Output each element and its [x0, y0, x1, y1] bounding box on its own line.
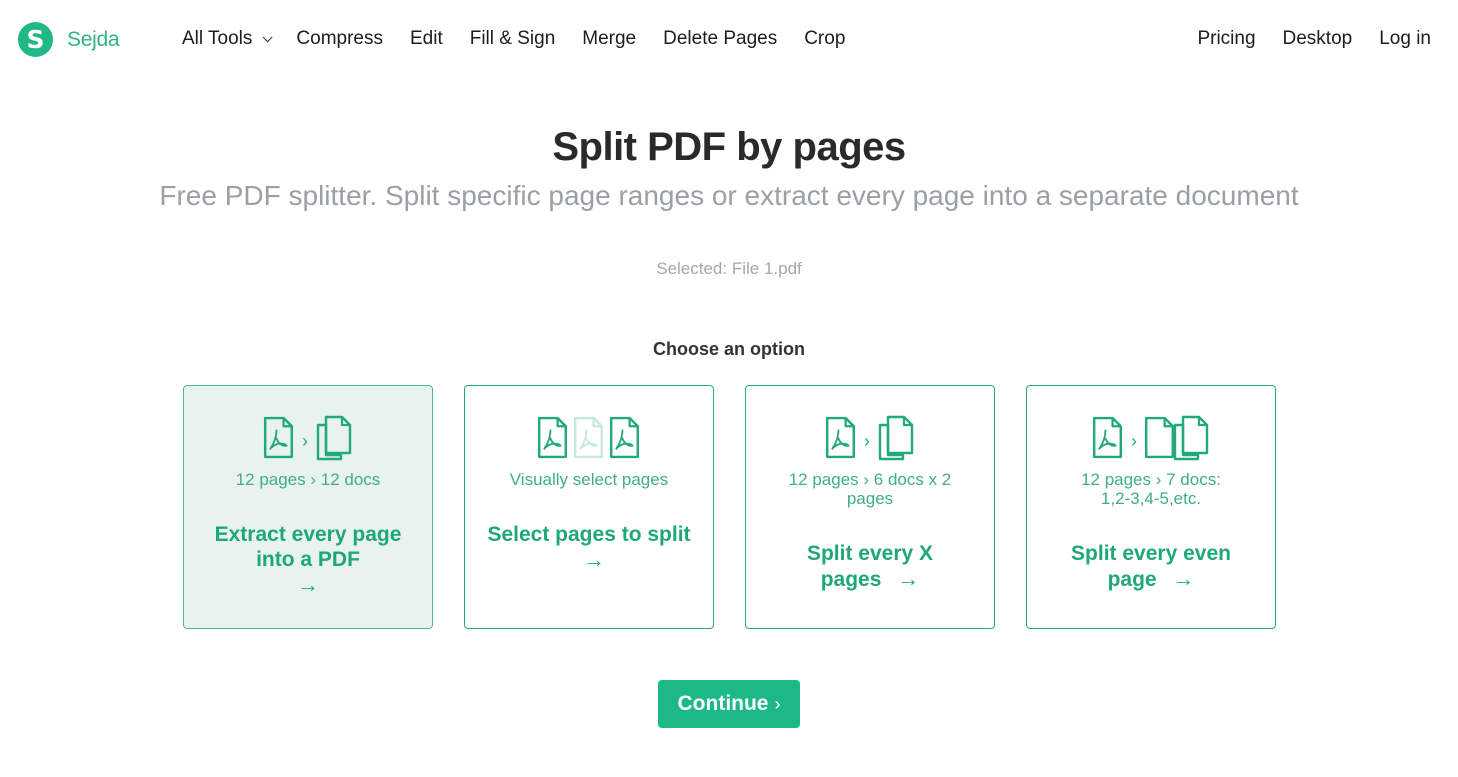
option-label: Split every even page →	[1047, 541, 1255, 592]
logo-icon: S	[18, 22, 53, 57]
option-label-text: Extract every page into a PDF	[214, 523, 402, 571]
nav-fill-sign[interactable]: Fill & Sign	[470, 28, 556, 50]
option-icon-row: ›	[1027, 415, 1275, 461]
nav-delete-pages[interactable]: Delete Pages	[663, 28, 777, 50]
pdf-file-icon	[1092, 416, 1123, 459]
option-label-text: Split every even page	[1071, 542, 1231, 591]
logo-text: Sejda	[67, 27, 120, 51]
nav-compress[interactable]: Compress	[296, 28, 383, 50]
pdf-file-faded-icon	[573, 416, 604, 459]
option-select-pages[interactable]: Visually select pages Select pages to sp…	[464, 385, 714, 629]
option-split-every-x-pages[interactable]: › 12 pages › 6 docs x 2 pages Split ever…	[745, 385, 995, 629]
pdf-file-icon	[537, 416, 568, 459]
page-title: Split PDF by pages	[552, 125, 906, 169]
nav-crop[interactable]: Crop	[804, 28, 845, 50]
arrow-right-icon: →	[897, 566, 920, 591]
nav-all-tools-label: All Tools	[182, 28, 253, 49]
option-icon-row: ›	[184, 415, 432, 461]
right-nav: Pricing Desktop Log in	[1170, 28, 1431, 50]
separator-chevron: ›	[1131, 430, 1137, 451]
pdf-file-icon	[609, 416, 640, 459]
arrow-right-icon: →	[297, 572, 319, 597]
multiple-docs-icon	[878, 415, 914, 461]
top-navbar: S Sejda All Tools Compress Edit Fill & S…	[0, 0, 1458, 80]
split-options: › 12 pages › 12 docs Extract every page …	[183, 385, 1307, 629]
main-nav: All Tools Compress Edit Fill & Sign Merg…	[182, 28, 872, 50]
option-label: Extract every page into a PDF →	[204, 522, 412, 598]
option-label-text: Select pages to split	[487, 523, 691, 546]
option-icon-row	[465, 416, 713, 460]
continue-button[interactable]: Continue ›	[658, 680, 800, 728]
arrow-right-icon: →	[583, 547, 605, 572]
nav-desktop[interactable]: Desktop	[1283, 28, 1353, 50]
option-description: 12 pages › 6 docs x 2 pages	[788, 470, 952, 508]
choose-option-heading: Choose an option	[653, 339, 805, 359]
nav-all-tools[interactable]: All Tools	[182, 28, 273, 50]
nav-login[interactable]: Log in	[1379, 28, 1431, 50]
option-description: 12 pages › 7 docs: 1,2-3,4-5,etc.	[1081, 470, 1221, 508]
nav-pricing[interactable]: Pricing	[1197, 28, 1255, 50]
arrow-right-icon: →	[1172, 566, 1195, 591]
sejda-logo[interactable]: S Sejda	[18, 22, 120, 57]
option-extract-every-page[interactable]: › 12 pages › 12 docs Extract every page …	[183, 385, 433, 629]
selected-file-label: Selected: File 1.pdf	[656, 259, 802, 278]
pdf-file-icon	[825, 416, 856, 459]
page-subtitle: Free PDF splitter. Split specific page r…	[159, 180, 1299, 211]
option-split-every-even-page[interactable]: › 12 pages › 7 docs: 1,2-3,4-5,etc. Spli…	[1026, 385, 1276, 629]
pdf-file-icon	[263, 416, 294, 459]
separator-chevron: ›	[864, 430, 870, 451]
option-label: Select pages to split →	[485, 522, 693, 573]
continue-label: Continue	[677, 692, 769, 715]
separator-chevron: ›	[302, 430, 308, 451]
multiple-docs-icon	[316, 415, 352, 461]
option-description: 12 pages › 12 docs	[235, 470, 381, 489]
chevron-down-icon	[263, 31, 273, 42]
multiple-docs-icon	[1173, 415, 1209, 461]
nav-merge[interactable]: Merge	[582, 28, 636, 50]
nav-edit[interactable]: Edit	[410, 28, 443, 50]
option-icon-row: ›	[746, 415, 994, 461]
option-description: Visually select pages	[509, 470, 669, 489]
chevron-right-icon: ›	[774, 693, 781, 714]
option-label: Split every X pages →	[786, 541, 954, 592]
